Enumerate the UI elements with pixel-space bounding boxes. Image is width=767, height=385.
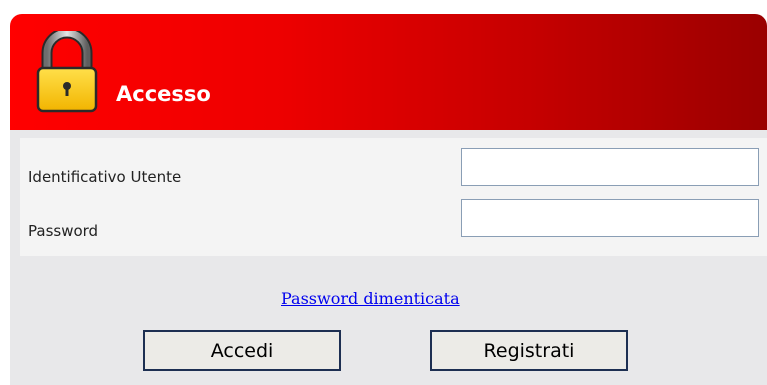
login-form: Identificativo Utente Password	[20, 138, 767, 256]
forgot-password-link[interactable]: Password dimenticata	[281, 289, 460, 308]
login-button[interactable]: Accedi	[143, 330, 341, 371]
padlock-icon	[36, 31, 98, 113]
username-label: Identificativo Utente	[28, 168, 182, 186]
register-button[interactable]: Registrati	[430, 330, 628, 371]
page-title: Accesso	[116, 82, 211, 106]
password-label: Password	[28, 222, 99, 240]
login-panel: Accesso Identificativo Utente Password	[10, 14, 767, 385]
username-input[interactable]	[461, 148, 759, 186]
password-input[interactable]	[461, 199, 759, 237]
login-header: Accesso	[10, 14, 767, 130]
